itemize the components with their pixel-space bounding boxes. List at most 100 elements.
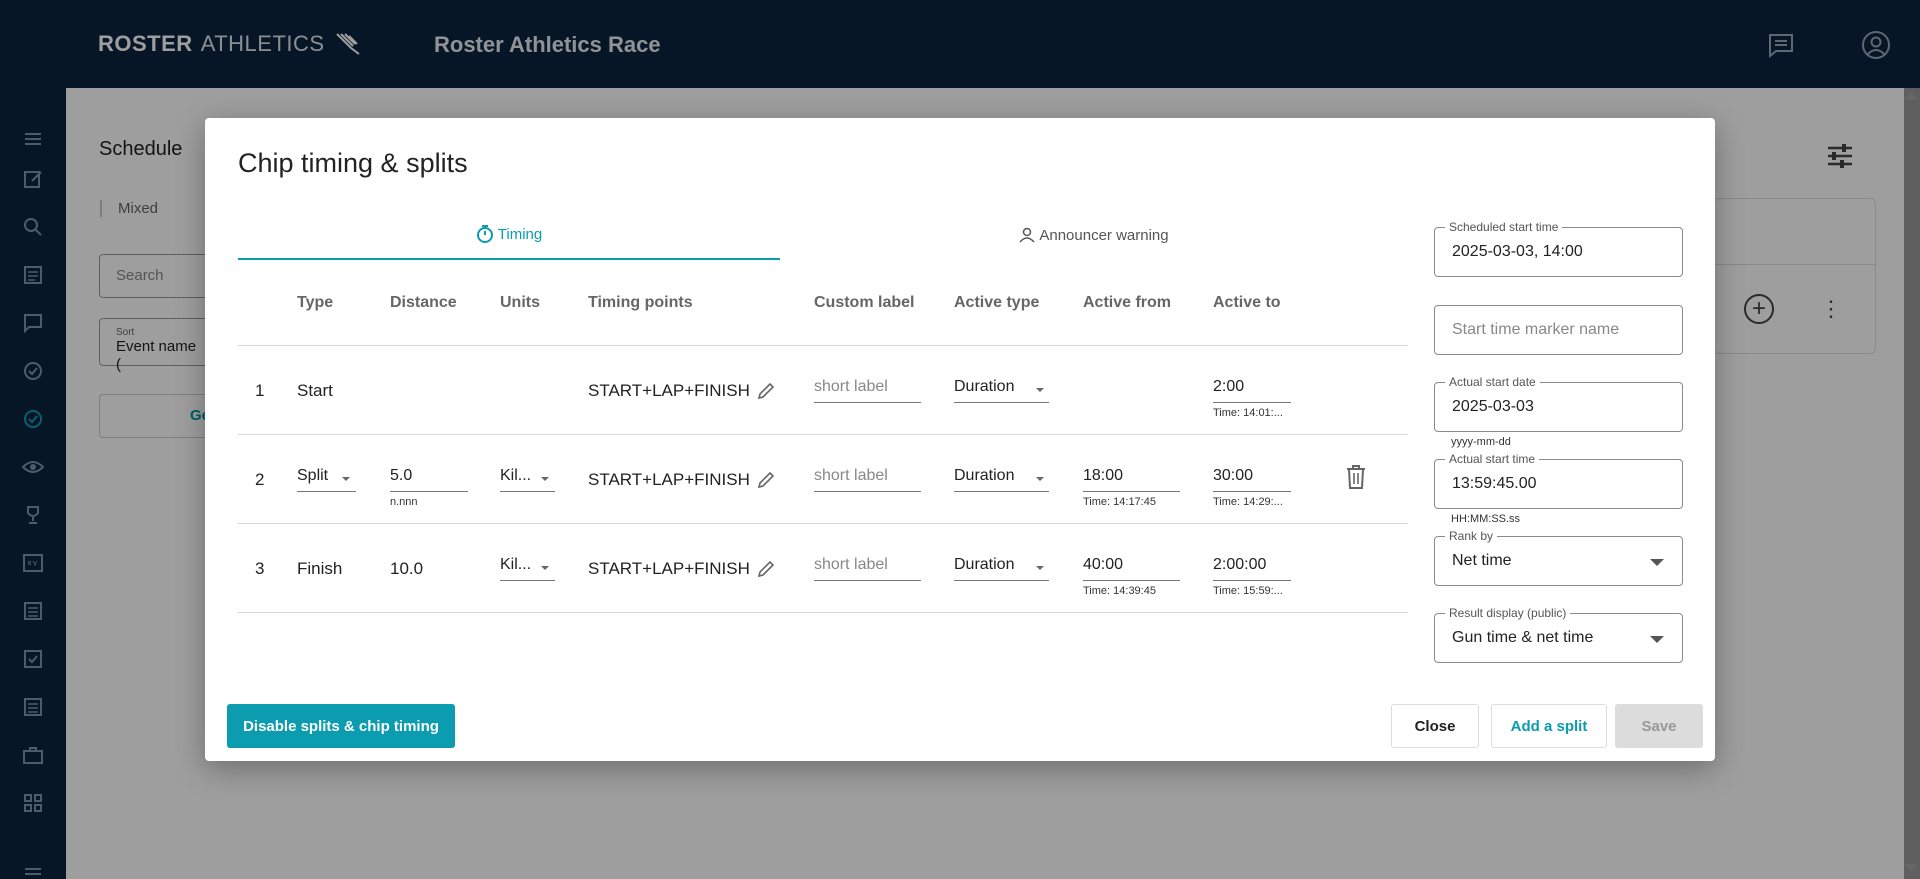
units-select[interactable]: Kil... (500, 556, 531, 574)
table-row: 1 Start START+LAP+FINISH short label Dur… (238, 346, 1408, 435)
input-underline (954, 402, 1049, 403)
custom-label-input[interactable]: short label (814, 378, 888, 396)
tab-bar: Timing Announcer warning (238, 210, 1408, 260)
input-underline (1213, 402, 1291, 403)
person-icon (1019, 227, 1035, 243)
result-display-select[interactable]: Result display (public) Gun time & net t… (1434, 606, 1683, 663)
chevron-down-icon (342, 477, 350, 481)
distance-hint: n.nnn (390, 496, 418, 508)
close-button[interactable]: Close (1391, 704, 1479, 748)
dialog-title: Chip timing & splits (238, 148, 468, 178)
active-to-input[interactable]: 30:00 (1213, 467, 1253, 485)
active-type-select[interactable]: Duration (954, 378, 1014, 396)
actual-time-label: Actual start time (1445, 452, 1540, 466)
units-select[interactable]: Kil... (500, 467, 531, 485)
scroll-down-arrow-icon[interactable] (1904, 864, 1918, 872)
active-type-select[interactable]: Duration (954, 467, 1014, 485)
chevron-down-icon (1036, 477, 1044, 481)
input-underline (1083, 491, 1180, 492)
stopwatch-icon (476, 225, 493, 243)
col-type: Type (297, 294, 334, 311)
input-underline (814, 580, 921, 581)
start-marker-field[interactable]: Start time marker name (1434, 305, 1683, 355)
result-display-label: Result display (public) (1445, 606, 1571, 620)
row-number: 3 (255, 559, 265, 578)
input-underline (1213, 491, 1291, 492)
distance-value: 10.0 (390, 559, 424, 578)
active-type-select[interactable]: Duration (954, 556, 1014, 574)
input-underline (297, 491, 356, 492)
result-display-value: Gun time & net time (1452, 629, 1594, 646)
input-underline (390, 491, 468, 492)
col-custom-label: Custom label (814, 294, 915, 311)
rank-by-select[interactable]: Rank by Net time (1434, 529, 1683, 586)
col-distance: Distance (390, 294, 457, 311)
actual-start-time-field[interactable]: Actual start time 13:59:45.00 HH:MM:SS.s… (1434, 452, 1683, 525)
input-underline (1213, 580, 1291, 581)
custom-label-input[interactable]: short label (814, 467, 888, 485)
active-to-input[interactable]: 2:00:00 (1213, 556, 1266, 574)
rank-by-label: Rank by (1445, 529, 1498, 543)
active-to-time: Time: 15:59:... (1213, 585, 1283, 597)
tab-timing-label: Timing (497, 225, 543, 243)
actual-time-value: 13:59:45.00 (1452, 475, 1537, 492)
actual-time-hint: HH:MM:SS.ss (1451, 513, 1521, 525)
edit-pencil-icon[interactable] (755, 558, 777, 580)
col-active-type: Active type (954, 294, 1040, 311)
input-underline (814, 402, 921, 403)
col-units: Units (500, 294, 540, 311)
active-to-time: Time: 14:01:... (1213, 407, 1283, 419)
scheduled-start-label: Scheduled start time (1445, 220, 1563, 234)
distance-input[interactable]: 5.0 (390, 467, 412, 485)
input-underline (500, 491, 555, 492)
input-underline (954, 580, 1049, 581)
actual-start-date-field[interactable]: Actual start date 2025-03-03 yyyy-mm-dd (1434, 375, 1683, 448)
timing-points: START+LAP+FINISH (588, 470, 750, 489)
actual-date-label: Actual start date (1445, 375, 1540, 389)
col-timing-points: Timing points (588, 294, 693, 311)
save-button[interactable]: Save (1615, 704, 1703, 748)
tab-timing[interactable]: Timing (238, 210, 780, 260)
input-underline (500, 580, 555, 581)
dropdown-arrow-icon (1650, 636, 1664, 643)
timing-points: START+LAP+FINISH (588, 381, 750, 400)
scheduled-start-value: 2025-03-03, 14:00 (1452, 243, 1583, 260)
start-marker-placeholder: Start time marker name (1452, 321, 1620, 338)
row-number: 2 (255, 470, 265, 489)
chevron-down-icon (1036, 566, 1044, 570)
input-underline (954, 491, 1049, 492)
dropdown-arrow-icon (1650, 559, 1664, 566)
chevron-down-icon (1036, 388, 1044, 392)
active-to-input[interactable]: 2:00 (1213, 378, 1244, 396)
edit-pencil-icon[interactable] (755, 380, 777, 402)
row-number: 1 (255, 381, 265, 400)
scroll-up-arrow-icon[interactable] (1904, 92, 1918, 100)
chevron-down-icon (541, 477, 549, 481)
table-header: Type Distance Units Timing points Custom… (238, 260, 1408, 346)
timing-points: START+LAP+FINISH (588, 559, 750, 578)
disable-splits-button[interactable]: Disable splits & chip timing (227, 704, 455, 748)
row-type: Finish (297, 559, 343, 578)
table-row: 3 Finish 10.0 Kil... START+LAP+FINISH sh… (238, 524, 1408, 613)
chevron-down-icon (541, 566, 549, 570)
actual-date-hint: yyyy-mm-dd (1451, 436, 1511, 448)
col-active-from: Active from (1083, 294, 1172, 311)
table-row: 2 Split 5.0 n.nnn Kil... START+LAP+FINIS… (238, 435, 1408, 524)
col-active-to: Active to (1213, 294, 1281, 311)
active-from-input[interactable]: 18:00 (1083, 467, 1123, 485)
active-from-input[interactable]: 40:00 (1083, 556, 1123, 574)
chip-timing-dialog: Chip timing & splits Timing Announcer wa… (205, 118, 1715, 761)
custom-label-input[interactable]: short label (814, 556, 888, 574)
delete-icon[interactable] (1345, 464, 1367, 490)
edit-pencil-icon[interactable] (755, 469, 777, 491)
add-split-button[interactable]: Add a split (1491, 704, 1607, 748)
actual-date-value: 2025-03-03 (1452, 398, 1534, 415)
row-type: Start (297, 381, 333, 400)
input-underline (1083, 580, 1180, 581)
active-from-time: Time: 14:17:45 (1083, 496, 1156, 508)
rank-by-value: Net time (1452, 552, 1512, 569)
input-underline (814, 491, 921, 492)
type-select[interactable]: Split (297, 467, 328, 485)
scheduled-start-field[interactable]: Scheduled start time 2025-03-03, 14:00 (1434, 220, 1683, 277)
tab-announcer-warning[interactable]: Announcer warning (780, 210, 1408, 260)
